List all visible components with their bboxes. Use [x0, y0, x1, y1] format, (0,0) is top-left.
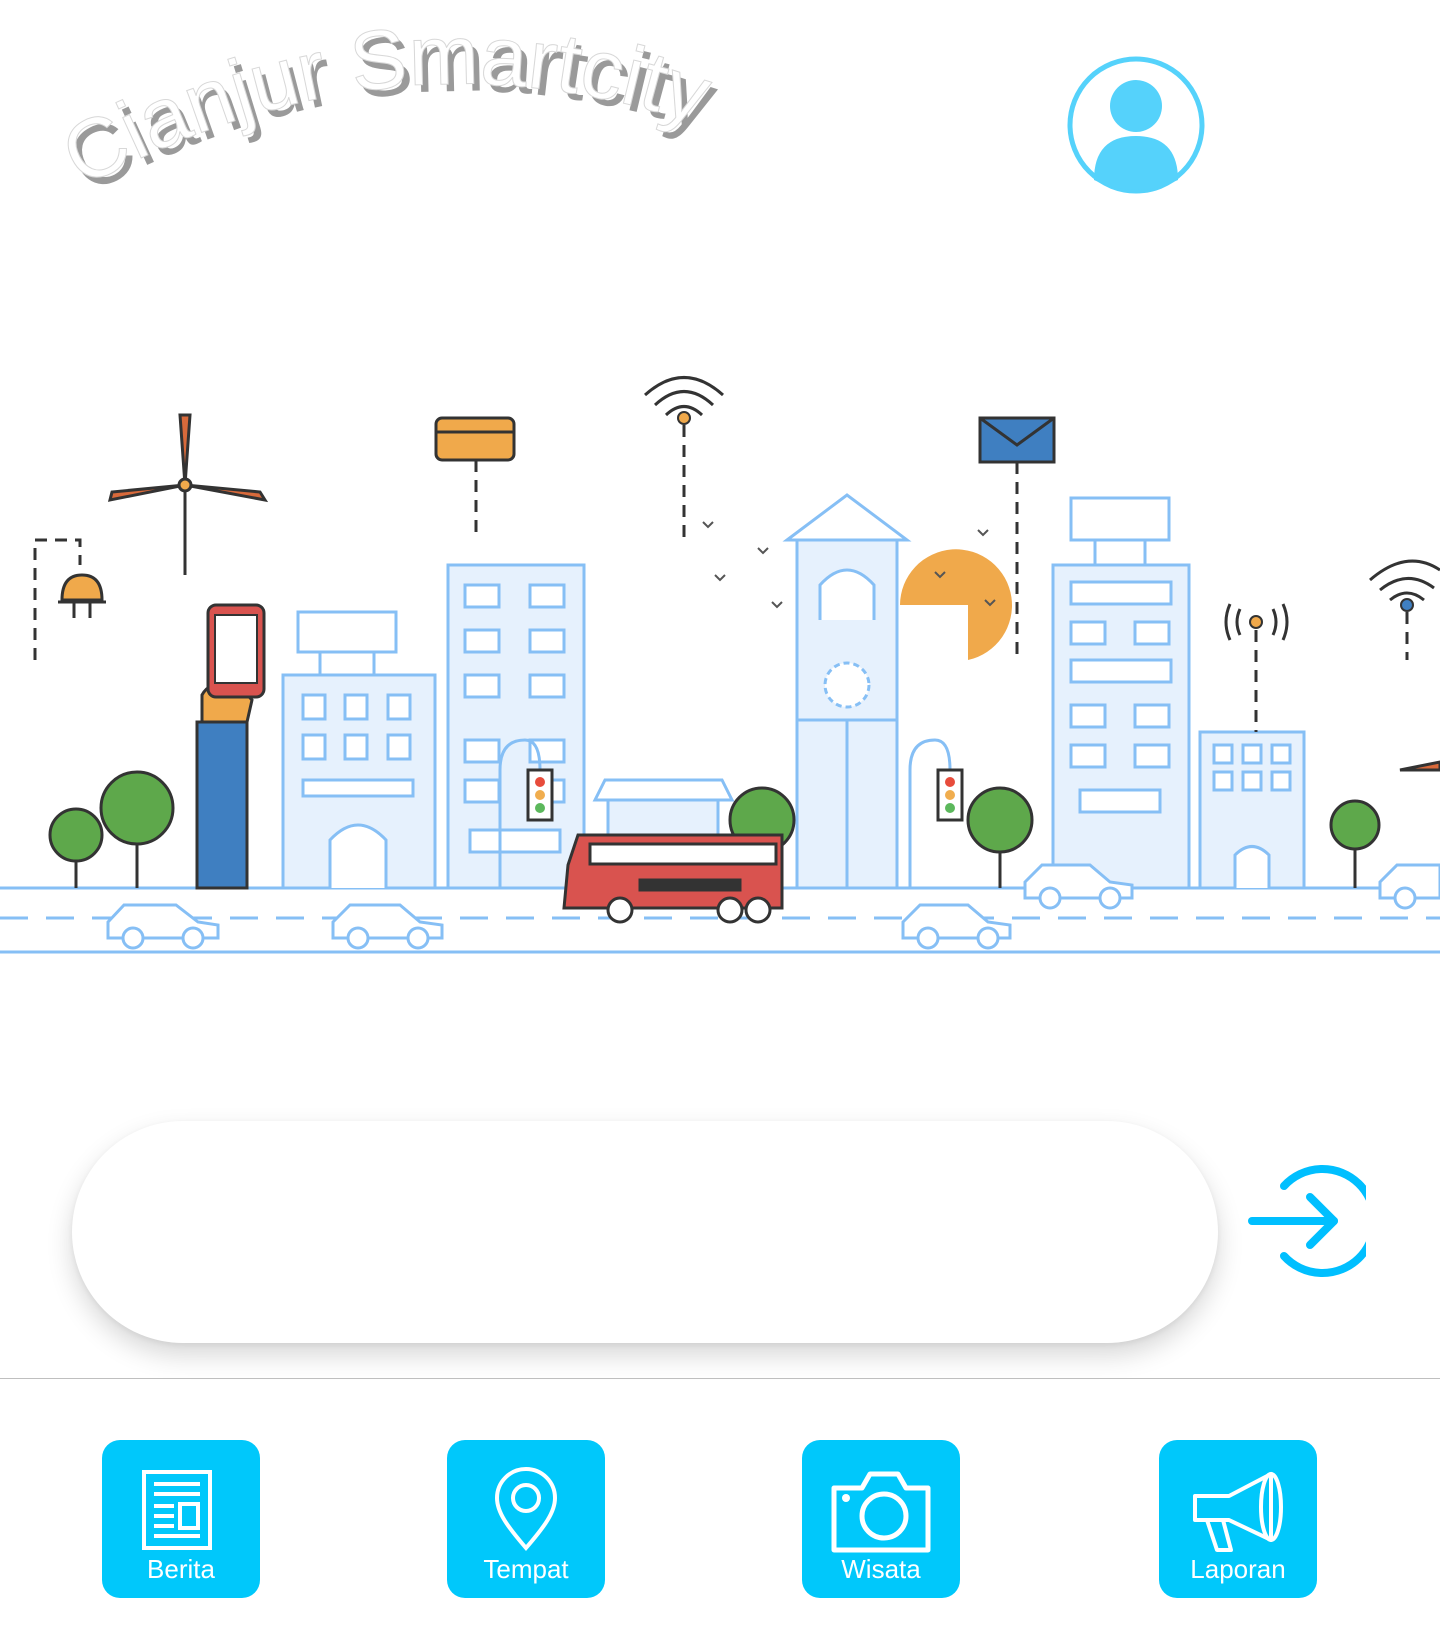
search-input[interactable] — [72, 1121, 1218, 1343]
menu-berita-label: Berita — [147, 1554, 215, 1584]
section-divider — [0, 1378, 1440, 1379]
app-title: Cianjur Smartcity Cianjur Smartcity — [47, 7, 860, 220]
menu-laporan-label: Laporan — [1190, 1554, 1286, 1584]
menu-berita-button[interactable]: Berita — [102, 1440, 260, 1598]
user-avatar-icon — [1067, 56, 1205, 194]
arrow-right-circle-icon — [1248, 1165, 1379, 1277]
menu-tempat-button[interactable]: Tempat — [447, 1440, 605, 1598]
search-bar — [72, 1121, 1218, 1343]
smart-city-illustration — [0, 360, 1440, 960]
menu-wisata-button[interactable]: Wisata — [802, 1440, 960, 1598]
menu-laporan-button[interactable]: Laporan — [1159, 1440, 1317, 1598]
menu-tempat-label: Tempat — [483, 1554, 569, 1584]
search-submit-button[interactable] — [1248, 1162, 1379, 1280]
menu-wisata-label: Wisata — [841, 1554, 921, 1584]
profile-button[interactable] — [1067, 56, 1205, 194]
